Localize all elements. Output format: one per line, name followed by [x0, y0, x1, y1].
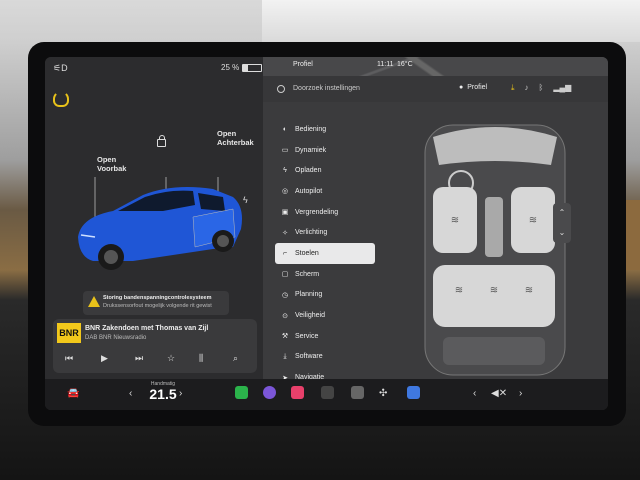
lock-icon[interactable] — [157, 135, 166, 147]
favorite-icon[interactable]: ☆ — [167, 353, 175, 364]
bell-icon[interactable]: ♪ — [525, 83, 529, 93]
map-strip[interactable]: Profiel 11:11 16°C — [263, 57, 608, 76]
camera-icon[interactable] — [351, 386, 364, 399]
signal-icon: ▂▄▆ — [553, 83, 572, 92]
search-icon[interactable]: ⌕ — [233, 353, 238, 364]
previous-icon[interactable]: ⏮ — [65, 353, 73, 364]
map-profile[interactable]: Profiel — [293, 61, 313, 68]
tpms-warning-icon — [53, 91, 69, 107]
menu-item-veiligheid[interactable]: ⊙ Veiligheid — [275, 305, 375, 326]
station-logo: BNR — [57, 323, 81, 343]
phone-icon[interactable] — [235, 386, 248, 399]
seat-diagram: ≋ ≋ ≋ ≋ ≋ — [424, 124, 566, 376]
seat-adjust-arrows[interactable]: ⌃ ⌄ — [553, 203, 571, 243]
warning-icon — [88, 296, 100, 307]
menu-item-scherm[interactable]: ▢ Scherm — [275, 264, 375, 285]
svg-text:≋: ≋ — [529, 215, 537, 226]
lock-icon: ▣ — [281, 209, 289, 217]
station-title: BNR Zakendoen met Thomas van Zijl — [85, 325, 209, 332]
svg-text:≋: ≋ — [525, 285, 533, 296]
person-icon: ● — [459, 84, 464, 91]
equalizer-icon[interactable]: ⫼ — [199, 353, 203, 364]
shield-icon: ⊙ — [282, 312, 288, 320]
chevron-down-icon[interactable]: ⌄ — [553, 223, 571, 243]
outside-temp: 16°C — [397, 61, 413, 68]
music-icon[interactable] — [291, 386, 304, 399]
car-image[interactable] — [73, 177, 248, 282]
chevron-up-icon[interactable]: ⌃ — [553, 203, 571, 223]
download-icon[interactable]: ⤓ — [511, 83, 515, 93]
tpms-alert[interactable]: Storing bandenspanningcontrolesysteem Dr… — [83, 291, 229, 315]
steering-icon: ◎ — [281, 188, 289, 196]
chevron-right-icon[interactable]: › — [179, 388, 182, 399]
chevron-left-icon[interactable]: ‹ — [129, 388, 132, 399]
trunk-open-button[interactable]: Open Achterbak — [217, 129, 254, 147]
media-player[interactable]: BNR BNR Zakendoen met Thomas van Zijl DA… — [53, 319, 257, 373]
station-source: DAB BNR Nieuwsradio — [85, 335, 147, 341]
screen-icon: ▢ — [281, 271, 289, 279]
app-icon[interactable] — [263, 386, 276, 399]
window — [262, 0, 640, 42]
menu-item-stoelen[interactable]: ⌐ Stoelen — [275, 243, 375, 264]
bottom-dock: 🚘 ‹ Handmatig 21.5 › ✣ ‹ ◀✕ › — [45, 379, 608, 410]
more-icon[interactable] — [321, 386, 334, 399]
play-icon[interactable]: ▶ — [101, 353, 108, 364]
toggle-icon: ◐ — [282, 125, 288, 133]
clock-icon: ◷ — [281, 291, 289, 299]
next-icon[interactable]: ⏭ — [135, 353, 143, 364]
menu-item-opladen[interactable]: ϟ Opladen — [275, 160, 375, 181]
chevron-left-icon[interactable]: ‹ — [473, 388, 476, 399]
wrench-icon: ⚒ — [281, 333, 289, 341]
car-icon[interactable]: 🚘 — [67, 388, 79, 399]
fan-icon[interactable]: ✣ — [379, 388, 387, 399]
svg-text:≋: ≋ — [455, 285, 463, 296]
menu-item-dynamiek[interactable]: ▭ Dynamiek — [275, 140, 375, 161]
profile-button[interactable]: ● Profiel — [459, 84, 487, 91]
svg-text:≋: ≋ — [451, 215, 459, 226]
menu-item-vergrendeling[interactable]: ▣ Vergrendeling — [275, 202, 375, 223]
lightning-icon: ϟ — [283, 167, 287, 175]
battery-icon — [242, 63, 263, 72]
search-icon — [277, 85, 285, 93]
menu-item-service[interactable]: ⚒ Service — [275, 326, 375, 347]
seat-icon: ⌐ — [282, 249, 288, 257]
settings-header: Doorzoek instellingen ● Profiel ⤓ ♪ ᛒ ▂▄… — [263, 76, 608, 102]
svg-text:≋: ≋ — [490, 285, 498, 296]
mute-icon[interactable]: ◀✕ — [491, 388, 507, 399]
temperature-control[interactable]: Handmatig 21.5 — [143, 381, 183, 402]
frunk-open-button[interactable]: Open Voorbak — [97, 155, 126, 173]
battery-status: 25 % — [221, 63, 263, 72]
menu-item-planning[interactable]: ◷ Planning — [275, 285, 375, 306]
download-icon: ⤓ — [283, 352, 287, 360]
navigation-app-icon[interactable] — [407, 386, 420, 399]
car-panel: ⚟D 25 % Open Voorbak Open Achterbak ϟ St… — [45, 57, 263, 379]
clock: 11:11 — [377, 61, 394, 68]
settings-search-input[interactable]: Doorzoek instellingen — [293, 85, 360, 92]
menu-item-bediening[interactable]: ◐ Bediening — [275, 119, 375, 140]
car-icon: ▭ — [281, 147, 289, 155]
settings-menu: ◐ Bediening ▭ Dynamiek ϟ Opladen ◎ Autopilot… — [275, 119, 375, 388]
settings-panel: Profiel 11:11 16°C Doorzoek instellingen… — [263, 57, 608, 382]
touchscreen: ⚟D 25 % Open Voorbak Open Achterbak ϟ St… — [45, 57, 608, 410]
menu-item-software[interactable]: ⤓ Software — [275, 347, 375, 368]
menu-item-verlichting[interactable]: ✧ Verlichting — [275, 222, 375, 243]
bulb-icon: ✧ — [282, 229, 288, 237]
headlight-icon[interactable]: ⚟D — [53, 63, 68, 74]
seat-rear — [433, 265, 555, 327]
menu-item-autopilot[interactable]: ◎ Autopilot — [275, 181, 375, 202]
bluetooth-icon[interactable]: ᛒ — [539, 83, 544, 93]
chevron-right-icon[interactable]: › — [519, 388, 522, 399]
